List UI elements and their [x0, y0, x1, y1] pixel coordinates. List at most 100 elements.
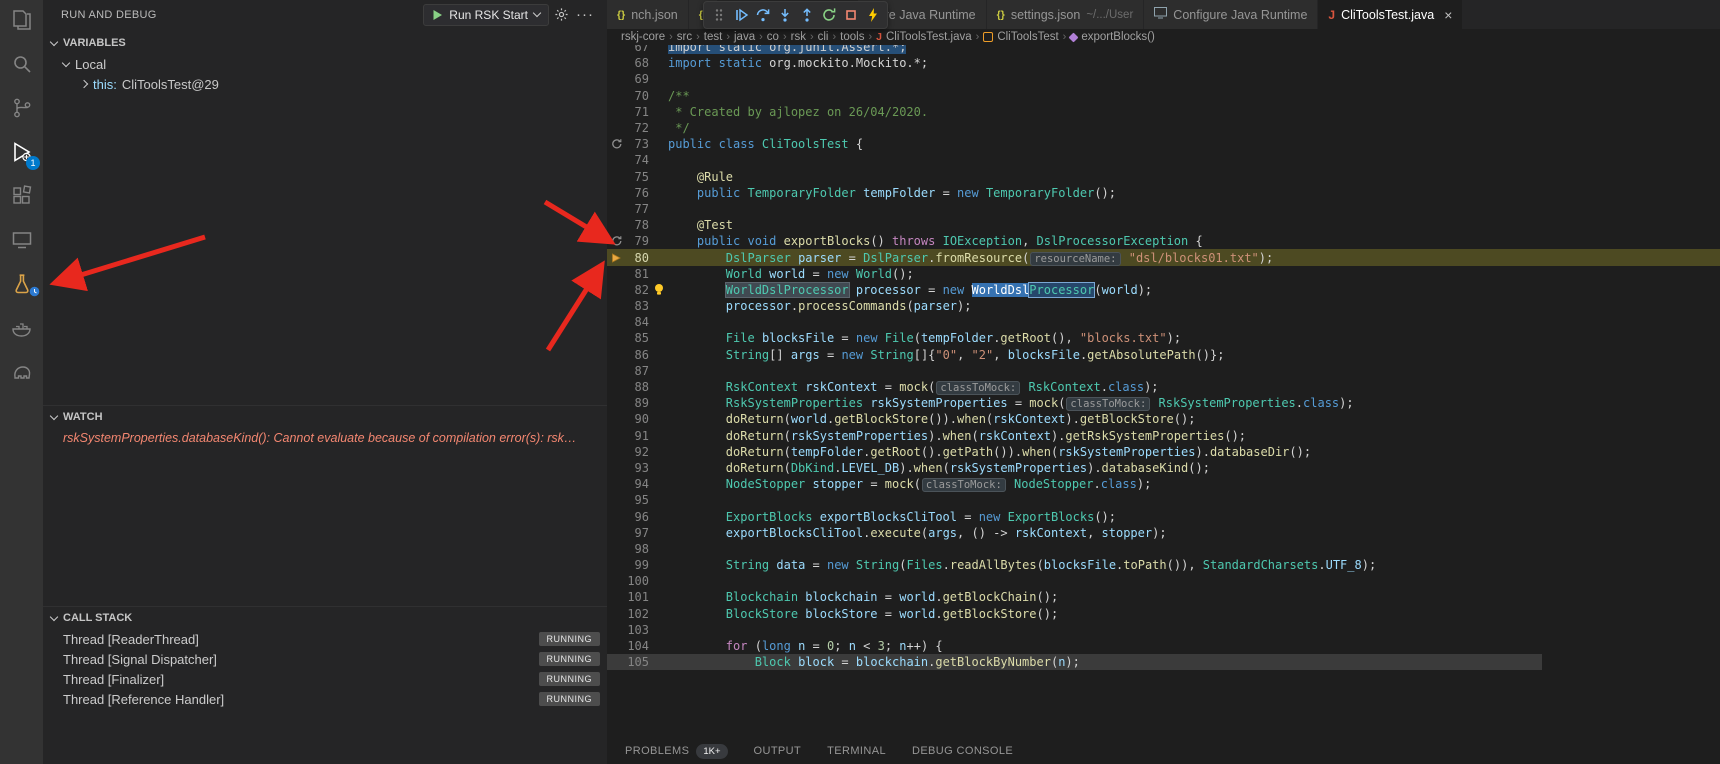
test-status-icon[interactable] [607, 138, 625, 150]
tab-configure-java-runtime[interactable]: Configure Java Runtime [1144, 0, 1318, 29]
thread-row[interactable]: Thread [Signal Dispatcher]RUNNING [43, 649, 607, 669]
explorer-icon[interactable] [0, 0, 43, 40]
breadcrumb-item-exportblocks[interactable]: exportBlocks() [1070, 31, 1155, 43]
code-line[interactable]: 71 * Created by ajlopez on 26/04/2020. [607, 104, 1720, 120]
code-line[interactable]: 101 Blockchain blockchain = world.getBlo… [607, 589, 1720, 605]
code-line[interactable]: 85 File blocksFile = new File(tempFolder… [607, 330, 1720, 346]
more-actions-icon[interactable]: ··· [573, 4, 597, 26]
code-line[interactable]: 78 @Test [607, 217, 1720, 233]
thread-row[interactable]: Thread [Finalizer]RUNNING [43, 669, 607, 689]
breadcrumb-item-src[interactable]: src [677, 31, 692, 43]
code-line[interactable]: 70/** [607, 88, 1720, 104]
variable-item[interactable]: this:CliToolsTest@29 [43, 74, 607, 94]
code-line[interactable]: 76 public TemporaryFolder tempFolder = n… [607, 185, 1720, 201]
code-line[interactable]: 89 RskSystemProperties rskSystemProperti… [607, 395, 1720, 411]
breadcrumb-item-clitoolstest-java[interactable]: JCliToolsTest.java [876, 31, 972, 43]
code-line[interactable]: 104 for (long n = 0; n < 3; n++) { [607, 638, 1720, 654]
code-line[interactable]: 80 DslParser parser = DslParser.fromReso… [607, 249, 1720, 265]
code-line[interactable]: 72 */ [607, 120, 1720, 136]
step-into-icon[interactable] [775, 6, 794, 25]
panel-tab-terminal[interactable]: TERMINAL [827, 745, 886, 757]
class-symbol-icon [983, 32, 993, 42]
code-line[interactable]: 79 public void exportBlocks() throws IOE… [607, 233, 1720, 249]
tab-nch-json[interactable]: {}nch.json [607, 0, 689, 29]
breadcrumb-item-co[interactable]: co [767, 31, 779, 43]
code-line[interactable]: 74 [607, 152, 1720, 168]
code-line[interactable]: 96 ExportBlocks exportBlocksCliTool = ne… [607, 508, 1720, 524]
code-line[interactable]: 77 [607, 201, 1720, 217]
breadcrumb-item-rskj-core[interactable]: rskj-core [621, 31, 665, 43]
gear-icon[interactable] [549, 4, 573, 26]
watch-header[interactable]: WATCH [43, 406, 607, 428]
launch-config-dropdown[interactable]: Run RSK Start [423, 4, 549, 26]
stop-icon[interactable] [841, 6, 860, 25]
breadcrumb-label: CliToolsTest [997, 31, 1058, 43]
step-out-icon[interactable] [797, 6, 816, 25]
code-line[interactable]: 75 @Rule [607, 169, 1720, 185]
call-stack-header[interactable]: CALL STACK [43, 607, 607, 629]
test-status-icon[interactable] [607, 235, 625, 247]
step-over-icon[interactable] [753, 6, 772, 25]
code-line[interactable]: 98 [607, 541, 1720, 557]
breadcrumb-item-tools[interactable]: tools [840, 31, 864, 43]
code-line[interactable]: 103 [607, 622, 1720, 638]
panel-tab-debug-console[interactable]: DEBUG CONSOLE [912, 745, 1013, 757]
code-line[interactable]: 82 WorldDslProcessor processor = new Wor… [607, 282, 1720, 298]
run-and-debug-icon[interactable]: 1 [0, 132, 43, 172]
gradle-icon[interactable] [0, 352, 43, 392]
code-line[interactable]: 81 World world = new World(); [607, 266, 1720, 282]
testing-icon[interactable] [0, 264, 43, 304]
close-icon[interactable]: × [1444, 8, 1452, 22]
code-line[interactable]: 83 processor.processCommands(parser); [607, 298, 1720, 314]
breadcrumb-item-test[interactable]: test [704, 31, 723, 43]
code-line[interactable]: 105 Block block = blockchain.getBlockByN… [607, 654, 1720, 670]
scope-local[interactable]: Local [43, 54, 607, 74]
code-line[interactable]: 92 doReturn(tempFolder.getRoot().getPath… [607, 444, 1720, 460]
drag-handle-icon[interactable] [709, 6, 728, 25]
panel-tab-problems[interactable]: PROBLEMS1K+ [625, 744, 728, 759]
search-icon[interactable] [0, 44, 43, 84]
code-line[interactable]: 99 String data = new String(Files.readAl… [607, 557, 1720, 573]
tab-clitoolstest-java[interactable]: JCliToolsTest.java× [1318, 0, 1463, 29]
hot-code-replace-icon[interactable] [863, 6, 882, 25]
code-line[interactable]: 69 [607, 71, 1720, 87]
code-line[interactable]: 91 doReturn(rskSystemProperties).when(rs… [607, 428, 1720, 444]
code-line[interactable]: 68import static org.mockito.Mockito.*; [607, 55, 1720, 71]
code-line[interactable]: 95 [607, 492, 1720, 508]
restart-icon[interactable] [819, 6, 838, 25]
breadcrumb-item-cli[interactable]: cli [818, 31, 829, 43]
code-line[interactable]: 90 doReturn(world.getBlockStore()).when(… [607, 411, 1720, 427]
breadcrumb-label: cli [818, 31, 829, 43]
code-editor[interactable]: 67import static org.junit.Assert.*;68imp… [607, 45, 1720, 738]
thread-row[interactable]: Thread [Reference Handler]RUNNING [43, 689, 607, 709]
debug-current-line-icon[interactable] [607, 252, 625, 264]
breadcrumb-item-clitoolstest[interactable]: CliToolsTest [983, 31, 1058, 43]
thread-row[interactable]: Thread [ReaderThread]RUNNING [43, 629, 607, 649]
variables-header[interactable]: VARIABLES [43, 32, 607, 54]
code-line[interactable]: 100 [607, 573, 1720, 589]
remote-explorer-icon[interactable] [0, 220, 43, 260]
code-line[interactable]: 88 RskContext rskContext = mock(classToM… [607, 379, 1720, 395]
continue-icon[interactable] [731, 6, 750, 25]
lightbulb-icon[interactable] [649, 283, 668, 296]
tab-settings-json[interactable]: {}settings.json~/.../User [987, 0, 1145, 29]
source-control-icon[interactable] [0, 88, 43, 128]
code-line[interactable]: 93 doReturn(DbKind.LEVEL_DB).when(rskSys… [607, 460, 1720, 476]
docker-icon[interactable] [0, 308, 43, 348]
code-line[interactable]: 67import static org.junit.Assert.*; [607, 45, 1720, 55]
code-line[interactable]: 102 BlockStore blockStore = world.getBlo… [607, 606, 1720, 622]
code-line[interactable]: 94 NodeStopper stopper = mock(classToMoc… [607, 476, 1720, 492]
extensions-icon[interactable] [0, 176, 43, 216]
code-line[interactable]: 87 [607, 363, 1720, 379]
code-text: * Created by ajlopez on 26/04/2020. [668, 105, 1720, 119]
breadcrumb-item-rsk[interactable]: rsk [791, 31, 806, 43]
breadcrumb-item-java[interactable]: java [734, 31, 755, 43]
code-line[interactable]: 86 String[] args = new String[]{"0", "2"… [607, 347, 1720, 363]
code-line[interactable]: 97 exportBlocksCliTool.execute(args, () … [607, 525, 1720, 541]
panel-tab-output[interactable]: OUTPUT [754, 745, 802, 757]
launch-config-label: Run RSK Start [449, 8, 528, 22]
code-line[interactable]: 84 [607, 314, 1720, 330]
watch-expression[interactable]: rskSystemProperties.databaseKind(): Cann… [43, 428, 607, 448]
code-line[interactable]: 73public class CliToolsTest { [607, 136, 1720, 152]
code-text: ExportBlocks exportBlocksCliTool = new E… [668, 510, 1720, 524]
